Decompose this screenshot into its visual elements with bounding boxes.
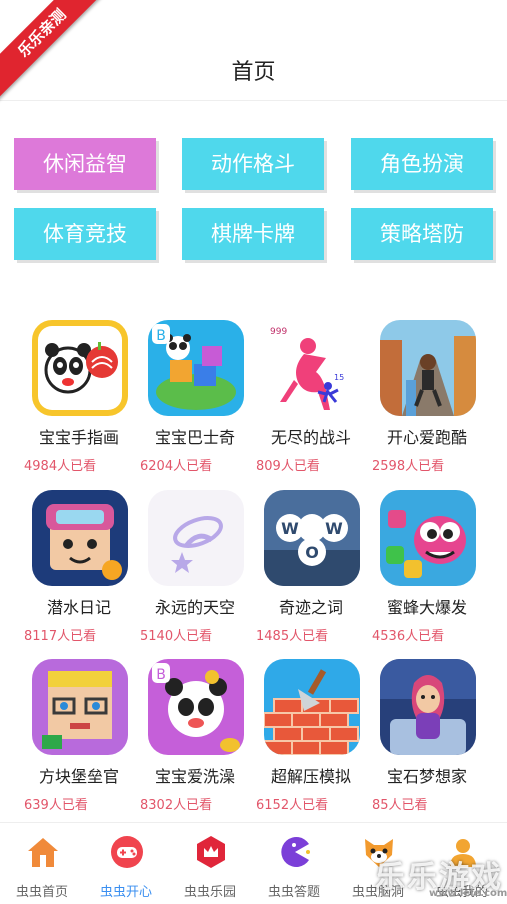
- pacman-icon: [278, 835, 312, 869]
- app-views: 8302人已看: [140, 798, 213, 813]
- app-card[interactable]: B 宝宝巴士奇 6204人已看: [130, 318, 250, 478]
- tab-label: 虫虫开心: [99, 885, 152, 900]
- app-card[interactable]: W WO 奇迹之词 1485人已看: [246, 488, 366, 648]
- svg-text:W: W: [281, 519, 299, 538]
- svg-text:999: 999: [270, 327, 287, 337]
- app-name: 宝石梦想家: [386, 767, 467, 786]
- app-card[interactable]: 蜜蜂大爆发 4536人已看: [362, 488, 482, 648]
- svg-text:B: B: [156, 667, 166, 683]
- app-name: 奇迹之词: [278, 598, 343, 617]
- app-name: 超解压模拟: [270, 767, 351, 786]
- app-views: 6152人已看: [256, 798, 329, 813]
- brick-trowel-icon: [264, 659, 360, 755]
- app-card[interactable]: 宝宝手指画 4984人已看: [14, 318, 134, 478]
- sky-logo-icon: [148, 490, 244, 586]
- svg-text:O: O: [305, 543, 319, 562]
- site-watermark-url: www.lele.com: [429, 888, 507, 899]
- app-views: 8117人已看: [24, 629, 97, 644]
- diver-character-icon: [32, 490, 128, 586]
- app-name: 永远的天空: [154, 598, 235, 617]
- category-strategy[interactable]: 策略塔防: [351, 208, 493, 260]
- dreamer-girl-icon: [380, 659, 476, 755]
- app-views: 5140人已看: [140, 629, 213, 644]
- app-card[interactable]: 开心爱跑酷 2598人已看: [362, 318, 482, 478]
- app-views: 85人已看: [372, 798, 428, 813]
- app-views: 2598人已看: [372, 459, 445, 474]
- category-sports[interactable]: 体育竞技: [14, 208, 156, 260]
- gamepad-icon: [110, 835, 144, 869]
- app-name: 潜水日记: [46, 598, 111, 617]
- app-name: 宝宝手指画: [38, 428, 119, 447]
- app-card[interactable]: 超解压模拟 6152人已看: [246, 657, 366, 817]
- panda-puzzle-island-icon: B: [148, 320, 244, 416]
- block-character-icon: [32, 659, 128, 755]
- app-name: 无尽的战斗: [270, 428, 351, 447]
- svg-text:15: 15: [334, 373, 344, 382]
- app-views: 6204人已看: [140, 459, 213, 474]
- crown-hexagon-icon: [194, 835, 228, 869]
- app-views: 1485人已看: [256, 629, 329, 644]
- home-icon: [26, 835, 60, 869]
- app-name: 宝宝爱洗澡: [154, 767, 235, 786]
- runner-street-icon: [380, 320, 476, 416]
- app-views: 4536人已看: [372, 629, 445, 644]
- app-name: 宝宝巴士奇: [154, 428, 235, 447]
- app-views: 809人已看: [256, 459, 320, 474]
- tab-label: 虫虫乐园: [183, 885, 236, 900]
- app-card[interactable]: 潜水日记 8117人已看: [14, 488, 134, 648]
- tab-home[interactable]: 虫虫首页: [0, 823, 84, 904]
- tab-happy[interactable]: 虫虫开心: [84, 823, 168, 904]
- page-title: 首页: [231, 60, 276, 85]
- category-board-cards[interactable]: 棋牌卡牌: [182, 208, 324, 260]
- svg-text:B: B: [156, 328, 166, 344]
- category-casual-puzzle[interactable]: 休闲益智: [14, 138, 156, 190]
- app-card[interactable]: 方块堡垒官 639人已看: [14, 657, 134, 817]
- app-card[interactable]: 宝石梦想家 85人已看: [362, 657, 482, 817]
- app-name: 方块堡垒官: [38, 767, 119, 786]
- category-action-fighting[interactable]: 动作格斗: [182, 138, 324, 190]
- category-role-playing[interactable]: 角色扮演: [351, 138, 493, 190]
- tab-label: 虫虫答题: [267, 885, 320, 900]
- panda-fingerpaint-icon: [32, 320, 128, 416]
- app-card[interactable]: B 宝宝爱洗澡 8302人已看: [130, 657, 250, 817]
- app-name: 蜜蜂大爆发: [386, 598, 467, 617]
- app-views: 639人已看: [24, 798, 88, 813]
- svg-text:W: W: [325, 519, 343, 538]
- app-card[interactable]: 999 15 无尽的战斗 809人已看: [246, 318, 366, 478]
- app-views: 4984人已看: [24, 459, 97, 474]
- app-card[interactable]: 永远的天空 5140人已看: [130, 488, 250, 648]
- giant-stickman-icon: 999 15: [264, 320, 360, 416]
- panda-bath-icon: B: [148, 659, 244, 755]
- tab-quiz[interactable]: 虫虫答题: [252, 823, 336, 904]
- tab-park[interactable]: 虫虫乐园: [168, 823, 252, 904]
- bee-gems-icon: [380, 490, 476, 586]
- wow-word-icon: W WO: [264, 490, 360, 586]
- tab-label: 虫虫首页: [15, 885, 68, 900]
- app-name: 开心爱跑酷: [386, 428, 467, 447]
- site-watermark: 乐乐游戏 www.lele.com: [375, 852, 507, 899]
